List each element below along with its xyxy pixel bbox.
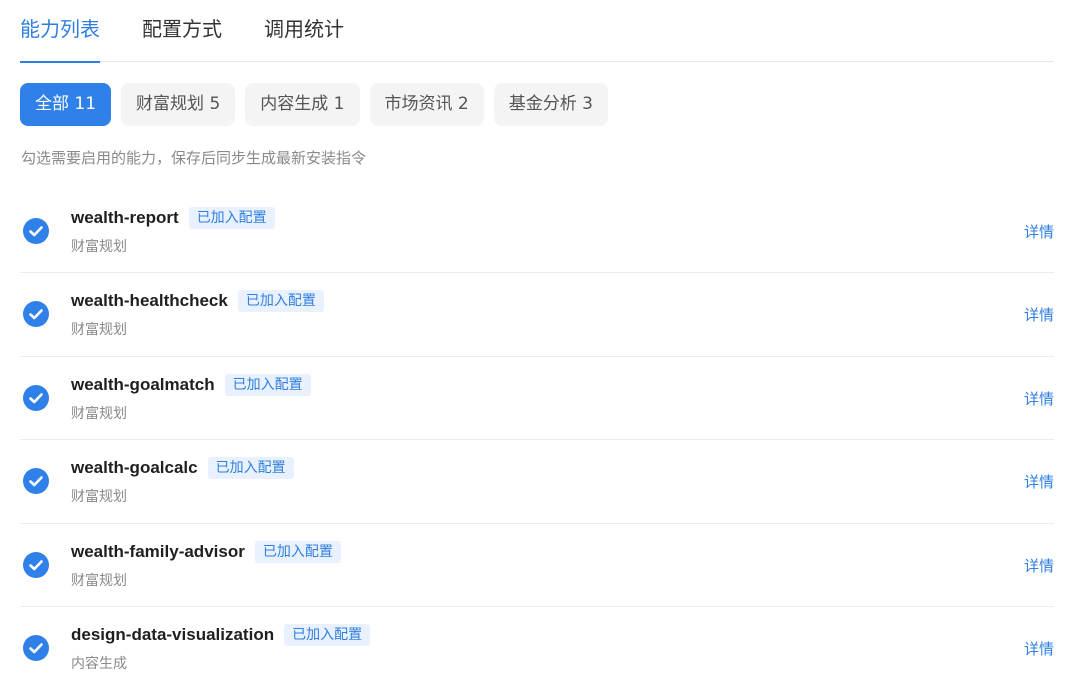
item-category: 财富规划	[71, 405, 127, 422]
item-category: 财富规划	[71, 572, 127, 589]
detail-link[interactable]: 详情	[1024, 304, 1054, 325]
selection-hint: 勾选需要启用的能力，保存后同步生成最新安装指令	[21, 149, 367, 167]
added-badge: 已加入配置	[188, 207, 275, 229]
check-circle-icon[interactable]	[23, 384, 49, 411]
added-badge: 已加入配置	[254, 540, 341, 563]
capability-panel: 能力列表 配置方式 调用统计 全部 11 财富规划 5 内容生成 1 市场资讯 …	[0, 0, 1080, 686]
filter-market-news[interactable]: 市场资讯 2	[369, 83, 484, 126]
list-item: wealth-goalcalc 已加入配置 财富规划 详情	[20, 440, 1054, 524]
detail-link[interactable]: 详情	[1024, 388, 1054, 409]
filter-fund-analysis[interactable]: 基金分析 3	[493, 83, 608, 126]
filter-wealth-planning[interactable]: 财富规划 5	[121, 83, 236, 126]
item-name: wealth-healthcheck	[71, 291, 228, 311]
item-category: 财富规划	[71, 489, 127, 506]
detail-link[interactable]: 详情	[1024, 555, 1054, 576]
item-title-row: wealth-goalcalc 已加入配置	[71, 457, 294, 480]
added-badge: 已加入配置	[284, 623, 371, 646]
list-item: wealth-healthcheck 已加入配置 财富规划 详情	[20, 273, 1054, 357]
detail-link[interactable]: 详情	[1024, 221, 1054, 242]
category-filter: 全部 11 财富规划 5 内容生成 1 市场资讯 2 基金分析 3	[20, 83, 618, 126]
item-category: 内容生成	[71, 655, 127, 672]
item-title-row: wealth-report 已加入配置	[71, 207, 275, 229]
tab-call-stats[interactable]: 调用统计	[264, 0, 344, 62]
item-title-row: design-data-visualization 已加入配置	[71, 623, 371, 646]
check-circle-icon[interactable]	[23, 301, 49, 328]
item-name: wealth-family-advisor	[71, 541, 245, 561]
list-item: wealth-report 已加入配置 财富规划 详情	[20, 190, 1054, 274]
item-title-row: wealth-family-advisor 已加入配置	[71, 540, 341, 563]
list-item: wealth-family-advisor 已加入配置 财富规划 详情	[20, 524, 1054, 607]
list-item: wealth-goalmatch 已加入配置 财富规划 详情	[20, 357, 1054, 441]
tab-capability-list[interactable]: 能力列表	[20, 0, 100, 63]
filter-all[interactable]: 全部 11	[20, 83, 112, 126]
item-category: 财富规划	[71, 239, 127, 255]
check-circle-icon[interactable]	[23, 468, 49, 495]
check-circle-icon[interactable]	[23, 551, 49, 578]
filter-content-generation[interactable]: 内容生成 1	[245, 83, 360, 126]
item-category: 财富规划	[71, 322, 127, 339]
item-name: design-data-visualization	[71, 624, 275, 644]
tab-bar: 能力列表 配置方式 调用统计	[20, 0, 1054, 63]
item-title-row: wealth-healthcheck 已加入配置	[71, 290, 324, 313]
added-badge: 已加入配置	[207, 457, 294, 480]
added-badge: 已加入配置	[224, 373, 311, 396]
item-name: wealth-goalcalc	[71, 458, 198, 478]
detail-link[interactable]: 详情	[1024, 471, 1054, 492]
check-circle-icon[interactable]	[23, 218, 49, 244]
check-circle-icon[interactable]	[23, 634, 49, 661]
item-name: wealth-report	[71, 208, 179, 227]
capability-list: wealth-report 已加入配置 财富规划 详情 wealth-healt…	[20, 190, 1054, 686]
tab-config-method[interactable]: 配置方式	[142, 0, 222, 62]
item-title-row: wealth-goalmatch 已加入配置	[71, 373, 311, 396]
list-item: design-data-visualization 已加入配置 内容生成 详情	[20, 607, 1054, 686]
item-name: wealth-goalmatch	[71, 374, 215, 394]
detail-link[interactable]: 详情	[1024, 638, 1054, 659]
added-badge: 已加入配置	[237, 290, 324, 313]
